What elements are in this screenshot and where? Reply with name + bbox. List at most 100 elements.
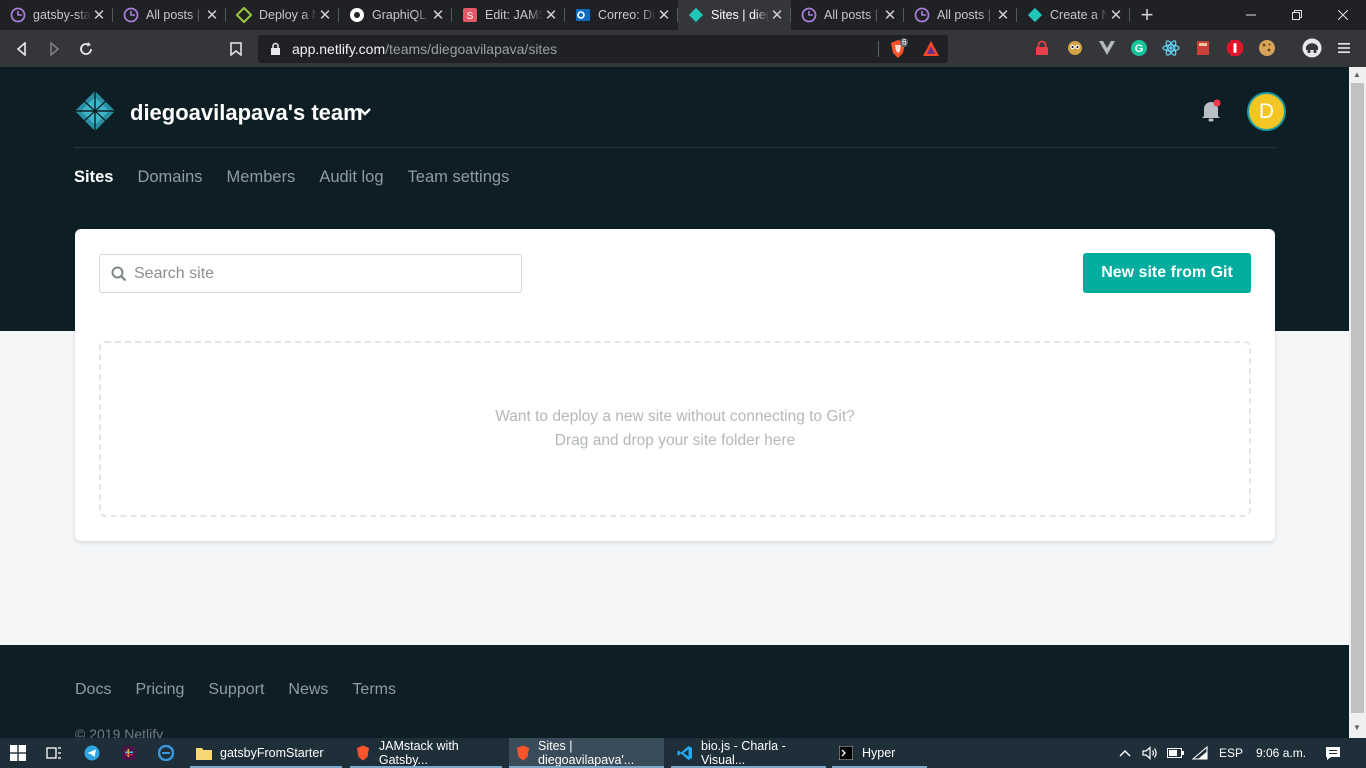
nav-team-settings[interactable]: Team settings	[408, 168, 510, 187]
tab-title: Correo: Diego	[598, 8, 656, 22]
graphiql-icon	[349, 7, 365, 23]
scroll-up-icon[interactable]: ▲	[1353, 70, 1361, 79]
taskbar-app-file-explorer[interactable]: gatsbyFromStarter	[190, 738, 342, 768]
taskbar-app-vscode[interactable]: bio.js - Charla - Visual...	[671, 738, 826, 768]
bookmark-icon[interactable]	[225, 38, 247, 60]
footer: Docs Pricing Support News Terms © 2019 N…	[0, 645, 1349, 738]
extension-owl-icon[interactable]	[1066, 39, 1084, 57]
extension-react-icon[interactable]	[1162, 39, 1180, 57]
address-bar[interactable]: app.netlify.com/teams/diegoavilapava/sit…	[258, 35, 948, 63]
page-scrollbar[interactable]: ▲ ▼	[1349, 67, 1366, 738]
scroll-down-icon[interactable]: ▼	[1353, 723, 1361, 732]
tab-title: Deploy a Netlify	[259, 8, 317, 22]
minimize-window-icon[interactable]	[1228, 0, 1274, 30]
edge-icon[interactable]	[148, 738, 184, 768]
footer-link-support[interactable]: Support	[208, 681, 264, 699]
footer-link-pricing[interactable]: Pricing	[135, 681, 184, 699]
notification-bell-icon[interactable]	[1200, 99, 1222, 123]
close-window-icon[interactable]	[1320, 0, 1366, 30]
close-tab-icon[interactable]: ✕	[91, 6, 107, 24]
search-box	[99, 254, 522, 293]
tab-title: Sites | diegoavilapava	[711, 8, 769, 22]
telegram-icon[interactable]	[74, 738, 110, 768]
browser-tab[interactable]: Create a Netlify ✕	[1017, 0, 1130, 30]
gridsome-icon	[236, 7, 252, 23]
extension-grammarly-icon[interactable]: G	[1130, 39, 1148, 57]
browser-tab[interactable]: GraphiQL ✕	[339, 0, 452, 30]
battery-icon[interactable]	[1167, 738, 1185, 768]
volume-icon[interactable]	[1142, 738, 1158, 768]
profile-icon[interactable]	[1302, 38, 1322, 58]
tab-title: GraphiQL	[372, 8, 427, 22]
close-tab-icon[interactable]: ✕	[317, 6, 333, 24]
drag-drop-zone[interactable]: Want to deploy a new site without connec…	[99, 341, 1251, 517]
strapi-icon: S	[462, 7, 478, 23]
show-hidden-icons-chevron-icon[interactable]	[1119, 738, 1131, 768]
extension-stop-icon[interactable]	[1226, 39, 1244, 57]
close-tab-icon[interactable]: ✕	[995, 6, 1011, 24]
forward-button[interactable]	[43, 38, 65, 60]
restore-window-icon[interactable]	[1274, 0, 1320, 30]
close-tab-icon[interactable]: ✕	[204, 6, 220, 24]
slack-icon[interactable]	[111, 738, 147, 768]
close-tab-icon[interactable]: ✕	[769, 6, 785, 24]
footer-link-docs[interactable]: Docs	[75, 681, 111, 699]
clock[interactable]: 9:06 a.m.	[1256, 738, 1306, 768]
browser-tab[interactable]: Deploy a Netlify ✕	[226, 0, 339, 30]
browser-tab[interactable]: All posts | Gatsby ✕	[791, 0, 904, 30]
browser-tab[interactable]: Correo: Diego ✕	[565, 0, 678, 30]
new-site-from-git-button[interactable]: New site from Git	[1083, 253, 1251, 293]
browser-tab[interactable]: All posts | Gatsby ✕	[113, 0, 226, 30]
browser-tab-active[interactable]: Sites | diegoavilapava ✕	[678, 0, 791, 30]
dropzone-text: Want to deploy a new site without connec…	[495, 408, 855, 425]
browser-tab[interactable]: gatsby-starter ✕	[0, 0, 113, 30]
close-tab-icon[interactable]: ✕	[543, 6, 559, 24]
team-nav: Sites Domains Members Audit log Team set…	[74, 168, 509, 187]
extension-vue-icon[interactable]	[1098, 39, 1116, 57]
browser-tab[interactable]: All posts | Gatsby ✕	[904, 0, 1017, 30]
scrollbar-thumb[interactable]	[1351, 83, 1364, 713]
search-input[interactable]	[134, 262, 504, 286]
extension-book-icon[interactable]	[1194, 39, 1212, 57]
browser-tab[interactable]: S Edit: JAMStack ✕	[452, 0, 565, 30]
avatar[interactable]: D	[1247, 92, 1286, 131]
close-tab-icon[interactable]: ✕	[656, 6, 672, 24]
close-tab-icon[interactable]: ✕	[882, 6, 898, 24]
footer-link-terms[interactable]: Terms	[352, 681, 396, 699]
tab-title: Edit: JAMStack	[485, 8, 543, 22]
browser-tab-strip: gatsby-starter ✕ All posts | Gatsby ✕ De…	[0, 0, 1366, 30]
lock-icon	[270, 42, 281, 61]
brave-rewards-icon[interactable]	[922, 40, 940, 63]
back-button[interactable]	[11, 38, 33, 60]
wifi-icon[interactable]	[1192, 738, 1208, 768]
menu-icon[interactable]	[1335, 39, 1353, 57]
chevron-down-icon[interactable]	[358, 106, 372, 118]
nav-domains[interactable]: Domains	[137, 168, 202, 187]
language-indicator[interactable]: ESP	[1219, 738, 1243, 768]
close-tab-icon[interactable]: ✕	[430, 6, 446, 24]
reload-button[interactable]	[75, 38, 97, 60]
url-text: app.netlify.com/teams/diegoavilapava/sit…	[292, 41, 558, 57]
notifications-icon[interactable]	[1325, 738, 1341, 768]
taskbar-app-label: JAMstack with Gatsby...	[378, 739, 459, 767]
nav-audit-log[interactable]: Audit log	[319, 168, 383, 187]
taskbar-app-brave-active[interactable]: Sites | diegoavilapava'...	[509, 738, 664, 768]
nav-sites[interactable]: Sites	[74, 168, 113, 187]
close-tab-icon[interactable]: ✕	[1108, 6, 1124, 24]
svg-text:G: G	[1135, 43, 1144, 55]
footer-link-news[interactable]: News	[288, 681, 328, 699]
team-name[interactable]: diegoavilapava's team	[130, 100, 363, 126]
windows-start-icon[interactable]	[0, 738, 36, 768]
tab-title: gatsby-starter	[33, 8, 91, 22]
new-tab-button[interactable]: +	[1130, 0, 1164, 30]
taskbar-app-hyper[interactable]: Hyper	[832, 738, 927, 768]
taskbar-app-label: bio.js - Charla - Visual...	[701, 739, 786, 767]
svg-text:S: S	[467, 11, 474, 22]
search-icon	[111, 266, 127, 282]
task-view-icon[interactable]	[36, 738, 72, 768]
taskbar-app-brave[interactable]: JAMstack with Gatsby...	[350, 738, 502, 768]
dropzone-text: Drag and drop your site folder here	[554, 432, 796, 449]
nav-members[interactable]: Members	[227, 168, 296, 187]
extension-lock-icon[interactable]	[1033, 39, 1051, 57]
extension-cookie-icon[interactable]	[1258, 39, 1276, 57]
